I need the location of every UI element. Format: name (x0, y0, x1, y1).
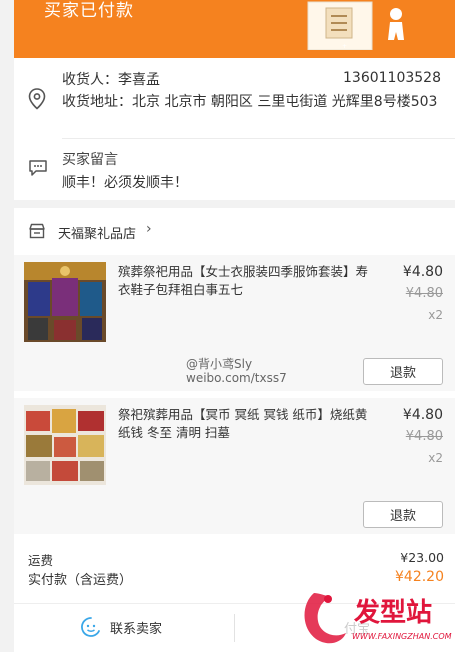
paid-amount-value: ¥42.20 (395, 569, 444, 585)
shop-icon (29, 223, 45, 239)
location-pin-icon (28, 88, 46, 110)
buyer-message-label: 买家留言 (62, 152, 118, 168)
address-label: 收货地址： (62, 94, 132, 110)
item-original-price: ¥4.80 (405, 286, 443, 301)
banner-title: 买家已付款 (44, 1, 134, 21)
product-image[interactable] (24, 405, 106, 485)
divider (234, 614, 235, 642)
item-price: ¥4.80 (402, 407, 443, 423)
status-banner: 买家已付款 + (14, 0, 455, 58)
item-original-price: ¥4.80 (405, 429, 443, 444)
address-text: 北京 北京市 朝阳区 三里屯街道 光辉里8号楼503 (132, 94, 438, 110)
weibo-watermark: @背小鸢Sly weibo.com/txss7 (186, 357, 287, 385)
shipping-fee-label: 运费 (28, 553, 54, 568)
order-item[interactable]: 殡葬祭祀用品【女士衣服装四季服饰套装】寿衣鞋子包拜祖白事五七 ¥4.80 ¥4.… (14, 255, 455, 391)
message-bubble-icon (29, 160, 47, 176)
logo-url: WWW.FAXINGZHAN.COM (352, 632, 452, 641)
watermark-handle: @背小鸢Sly (186, 357, 253, 371)
logo-text: 发型站 (353, 597, 432, 628)
item-quantity: x2 (428, 451, 443, 465)
contact-seller-button[interactable]: 联系卖家 (110, 618, 162, 637)
item-price: ¥4.80 (402, 264, 443, 280)
shipping-fee-row: 运费 ¥23.00 (28, 550, 444, 569)
chevron-right-icon: › (146, 221, 152, 237)
receiver-phone: 13601103528 (343, 70, 441, 86)
shipping-address: 收货地址：北京 北京市 朝阳区 三里屯街道 光辉里8号楼503 (62, 92, 447, 112)
paid-amount-label: 实付款（含运费） (28, 573, 133, 588)
item-quantity: x2 (428, 308, 443, 322)
product-title[interactable]: 祭祀殡葬用品【冥币 冥纸 冥钱 纸币】烧纸黄纸钱 冬至 清明 扫墓 (118, 406, 368, 442)
svg-text:+: + (342, 43, 347, 50)
address-card: 收货人：李喜孟 13601103528 收货地址：北京 北京市 朝阳区 三里屯街… (14, 58, 455, 200)
buyer-message-text: 顺丰！必须发顺丰！ (62, 175, 188, 191)
chat-face-icon (81, 617, 100, 637)
shipping-fee-value: ¥23.00 (400, 550, 444, 565)
receiver: 收货人：李喜孟 (62, 69, 160, 89)
watermark-url: weibo.com/txss7 (186, 371, 287, 385)
product-image[interactable] (24, 262, 106, 342)
refund-button[interactable]: 退款 (363, 501, 443, 528)
divider (62, 138, 455, 139)
receiver-name: 李喜孟 (118, 72, 160, 88)
receiver-label: 收货人： (62, 72, 118, 88)
parcel-illustration: + (307, 1, 404, 50)
refund-button[interactable]: 退款 (363, 358, 443, 385)
shop-header[interactable]: 天福聚礼品店 › (14, 208, 455, 252)
logo-graphic: 发型站 WWW.FAXINGZHAN.COM (304, 593, 452, 644)
order-item[interactable]: 祭祀殡葬用品【冥币 冥纸 冥钱 纸币】烧纸黄纸钱 冬至 清明 扫墓 ¥4.80 … (14, 398, 455, 534)
site-logo-watermark: 发型站 WWW.FAXINGZHAN.COM (298, 585, 455, 649)
product-title[interactable]: 殡葬祭祀用品【女士衣服装四季服饰套装】寿衣鞋子包拜祖白事五七 (118, 263, 368, 299)
shop-name[interactable]: 天福聚礼品店 (58, 223, 136, 242)
